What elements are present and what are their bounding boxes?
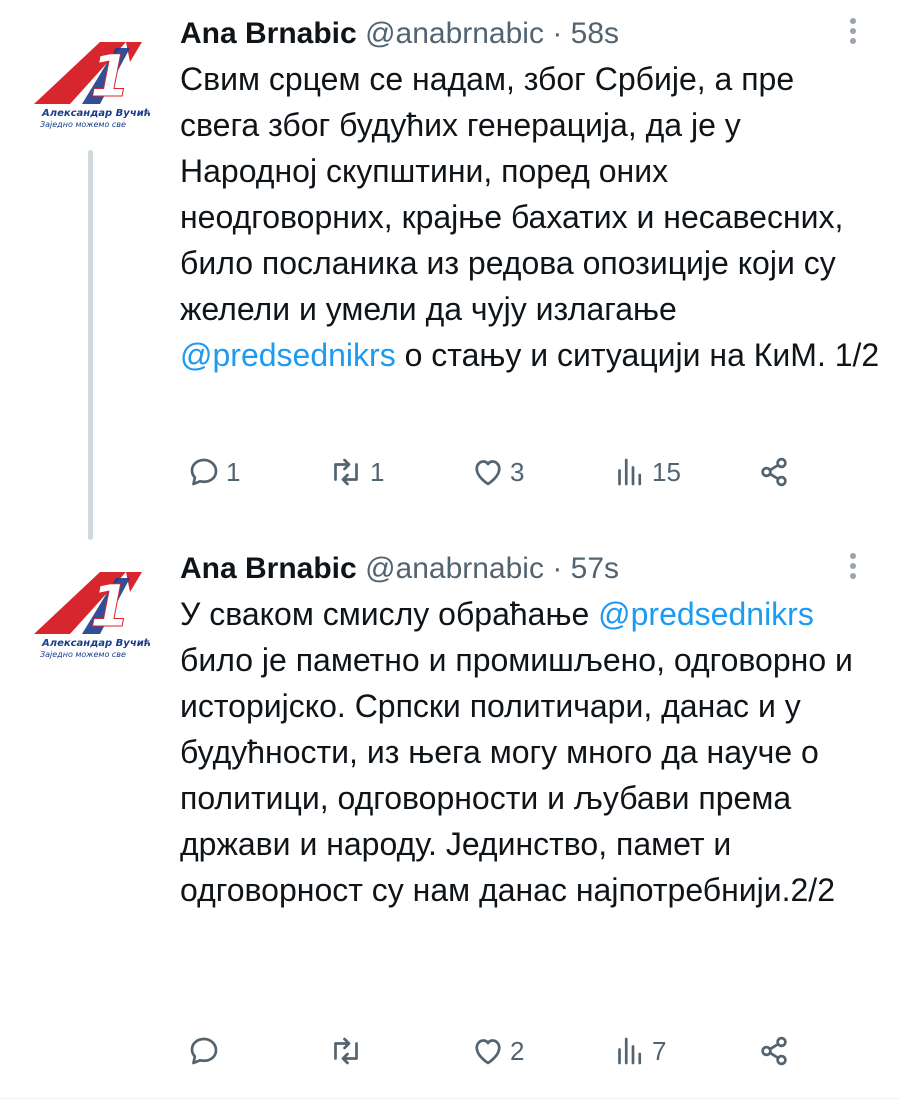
logo-one-icon: 1 bbox=[34, 42, 142, 110]
tweet-actions: 1 1 3 15 bbox=[180, 452, 820, 492]
avatar[interactable]: 1 Александар Вучић Заједно можемо све bbox=[22, 560, 160, 670]
author-handle[interactable]: @anabrnabic bbox=[365, 552, 544, 585]
tweet[interactable]: 1 Александар Вучић Заједно можемо све An… bbox=[0, 535, 900, 1095]
avatar-caption-slogan: Заједно можемо све bbox=[40, 650, 126, 659]
tweet-text-part: било је паметно и промишљено, одговорно … bbox=[180, 642, 853, 908]
share-nodes-icon bbox=[761, 1036, 787, 1066]
bar-chart-icon bbox=[618, 1037, 642, 1065]
views-button[interactable]: 15 bbox=[612, 452, 681, 492]
vertical-ellipsis-icon bbox=[848, 553, 858, 579]
tweet-text-part: Свим срцем се надам, због Србије, а пре … bbox=[180, 61, 844, 327]
share-button[interactable] bbox=[756, 1031, 792, 1071]
author-name[interactable]: Ana Brnabic bbox=[180, 17, 357, 50]
retweet-count: 1 bbox=[370, 456, 385, 487]
views-button[interactable]: 7 bbox=[612, 1031, 666, 1071]
tweet-text: У сваком смислу обраћање @predsednikrs б… bbox=[180, 591, 880, 913]
like-count: 3 bbox=[510, 456, 525, 487]
vertical-ellipsis-icon bbox=[848, 18, 858, 44]
like-button[interactable]: 2 bbox=[470, 1031, 524, 1071]
retweet-arrows-icon bbox=[334, 458, 358, 486]
heart-icon bbox=[475, 1039, 501, 1065]
separator-dot: · bbox=[552, 552, 563, 585]
avatar-caption-slogan: Заједно можемо све bbox=[40, 120, 126, 129]
logo-number: 1 bbox=[90, 42, 130, 110]
speech-bubble-icon bbox=[190, 458, 218, 486]
tweet-text: Свим срцем се надам, због Србије, а пре … bbox=[180, 56, 880, 378]
tweet-text-part: о стању и ситуацији на КиМ. 1/2 bbox=[395, 337, 880, 373]
share-button[interactable] bbox=[756, 452, 792, 492]
reply-button[interactable] bbox=[186, 1031, 226, 1071]
avatar-caption-name: Александар Вучић bbox=[42, 108, 152, 119]
reply-count: 1 bbox=[226, 456, 241, 487]
avatar-caption-name: Александар Вучић bbox=[42, 638, 152, 649]
retweet-button[interactable] bbox=[326, 1031, 370, 1071]
tweet-actions: 2 7 bbox=[180, 1031, 820, 1071]
share-nodes-icon bbox=[761, 457, 787, 487]
more-options-button[interactable] bbox=[848, 18, 858, 48]
timestamp[interactable]: 57s bbox=[571, 552, 619, 585]
divider bbox=[0, 1098, 900, 1099]
like-count: 2 bbox=[510, 1035, 525, 1066]
retweet-arrows-icon bbox=[334, 1037, 358, 1065]
mention-link[interactable]: @predsednikrs bbox=[598, 596, 814, 632]
heart-icon bbox=[475, 460, 501, 486]
bar-chart-icon bbox=[618, 458, 642, 486]
separator-dot: · bbox=[552, 17, 563, 50]
avatar[interactable]: 1 Александар Вучић Заједно можемо све bbox=[22, 30, 160, 140]
logo-one-icon: 1 bbox=[34, 572, 142, 640]
like-button[interactable]: 3 bbox=[470, 452, 524, 492]
reply-button[interactable]: 1 bbox=[186, 452, 240, 492]
tweet-text-part: У сваком смислу обраћање bbox=[180, 596, 599, 632]
mention-link[interactable]: @predsednikrs bbox=[180, 337, 396, 373]
retweet-button[interactable]: 1 bbox=[326, 452, 384, 492]
logo-number: 1 bbox=[90, 572, 130, 640]
view-count: 15 bbox=[652, 456, 681, 487]
more-options-button[interactable] bbox=[848, 553, 858, 583]
tweet[interactable]: 1 Александар Вучић Заједно можемо све An… bbox=[0, 0, 900, 540]
thread-line bbox=[88, 150, 93, 540]
speech-bubble-icon bbox=[190, 1037, 218, 1065]
view-count: 7 bbox=[652, 1035, 667, 1066]
tweet-header: Ana Brnabic @anabrnabic · 57s bbox=[180, 549, 619, 589]
author-name[interactable]: Ana Brnabic bbox=[180, 552, 357, 585]
tweet-header: Ana Brnabic @anabrnabic · 58s bbox=[180, 14, 619, 54]
timestamp[interactable]: 58s bbox=[571, 17, 619, 50]
author-handle[interactable]: @anabrnabic bbox=[365, 17, 544, 50]
